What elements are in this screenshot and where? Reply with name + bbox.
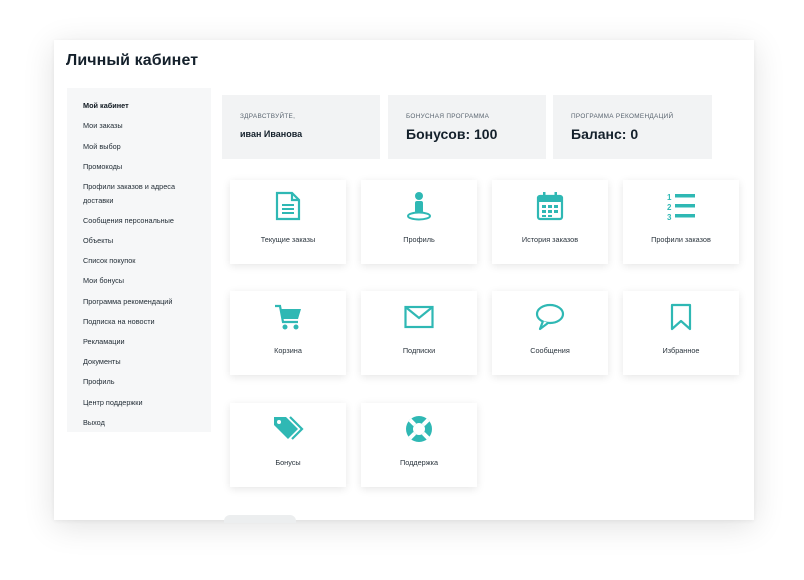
tile-cart[interactable]: Корзина: [230, 291, 346, 375]
page-title: Личный кабинет: [66, 52, 199, 69]
bookmark-icon: [623, 301, 739, 333]
sidebar-item-documents[interactable]: Документы: [67, 352, 211, 372]
document-icon: [230, 190, 346, 222]
tile-order-profiles[interactable]: 1 2 3 Профили заказов: [623, 180, 739, 264]
tile-favorites[interactable]: Избранное: [623, 291, 739, 375]
sidebar-item-support-center[interactable]: Центр поддержки: [67, 392, 211, 412]
referral-program-caption: Программа рекомендаций: [571, 113, 674, 120]
numbered-list-icon: 1 2 3: [623, 190, 739, 222]
tile-support[interactable]: Поддержка: [361, 403, 477, 487]
sidebar-item-referral-program[interactable]: Программа рекомендаций: [67, 291, 211, 311]
tile-label: Профиль: [403, 235, 435, 244]
envelope-icon: [361, 301, 477, 333]
tile-label: Бонусы: [275, 458, 301, 467]
sidebar-item-profile[interactable]: Профиль: [67, 372, 211, 392]
speech-bubble-icon: [492, 301, 608, 333]
sidebar-item-personal-messages[interactable]: Сообщения персональные: [67, 211, 211, 231]
tile-label: Текущие заказы: [260, 235, 316, 244]
tile-label: Корзина: [274, 346, 302, 355]
tile-bonuses[interactable]: Бонусы: [230, 403, 346, 487]
lifebuoy-icon: [361, 413, 477, 445]
referral-balance: Баланс: 0: [571, 126, 639, 142]
sidebar-item-promocodes[interactable]: Промокоды: [67, 157, 211, 177]
bottom-tab: [224, 515, 296, 523]
tile-current-orders[interactable]: Текущие заказы: [230, 180, 346, 264]
sidebar-item-my-bonuses[interactable]: Мои бонусы: [67, 271, 211, 291]
tile-label: Подписки: [402, 346, 436, 355]
cart-icon: [230, 301, 346, 333]
tile-order-history[interactable]: История заказов: [492, 180, 608, 264]
greeting-box: Здравствуйте, иван Иванова: [222, 95, 380, 159]
user-name: иван Иванова: [240, 129, 303, 139]
tile-label: Поддержка: [399, 458, 439, 467]
tile-label: История заказов: [521, 235, 579, 244]
sidebar-item-my-orders[interactable]: Мои заказы: [67, 116, 211, 136]
sidebar-item-order-profiles[interactable]: Профили заказов и адреса: [67, 177, 211, 194]
tile-label: Избранное: [662, 346, 700, 355]
bonus-program-caption: Бонусная программа: [406, 113, 490, 120]
sidebar-item-objects[interactable]: Объекты: [67, 231, 211, 251]
sidebar: Мой кабинет Мои заказы Мой выбор Промоко…: [67, 88, 211, 432]
bonus-count: Бонусов: 100: [406, 126, 498, 142]
bonus-program-box: Бонусная программа Бонусов: 100: [388, 95, 546, 159]
referral-program-box: Программа рекомендаций Баланс: 0: [553, 95, 712, 159]
tile-subscriptions[interactable]: Подписки: [361, 291, 477, 375]
sidebar-item-claims[interactable]: Рекламации: [67, 332, 211, 352]
user-pin-icon: [361, 190, 477, 222]
svg-text:2: 2: [667, 203, 672, 212]
tile-messages[interactable]: Сообщения: [492, 291, 608, 375]
sidebar-item-my-choice[interactable]: Мой выбор: [67, 136, 211, 156]
greeting-caption: Здравствуйте,: [240, 113, 296, 120]
sidebar-item-newsletter[interactable]: Подписка на новости: [67, 311, 211, 331]
calendar-icon: [492, 190, 608, 222]
sidebar-item-my-account[interactable]: Мой кабинет: [67, 96, 211, 116]
tile-profile[interactable]: Профиль: [361, 180, 477, 264]
tile-label: Сообщения: [530, 346, 570, 355]
sidebar-item-logout[interactable]: Выход: [67, 412, 211, 432]
account-card: Личный кабинет Мой кабинет Мои заказы Мо…: [54, 40, 754, 523]
tile-label: Профили заказов: [651, 235, 711, 244]
sidebar-item-order-profiles-cont[interactable]: доставки: [67, 194, 211, 211]
sidebar-item-shopping-list[interactable]: Список покупок: [67, 251, 211, 271]
tags-icon: [230, 413, 346, 445]
svg-text:1: 1: [667, 193, 672, 202]
svg-text:3: 3: [667, 213, 672, 221]
